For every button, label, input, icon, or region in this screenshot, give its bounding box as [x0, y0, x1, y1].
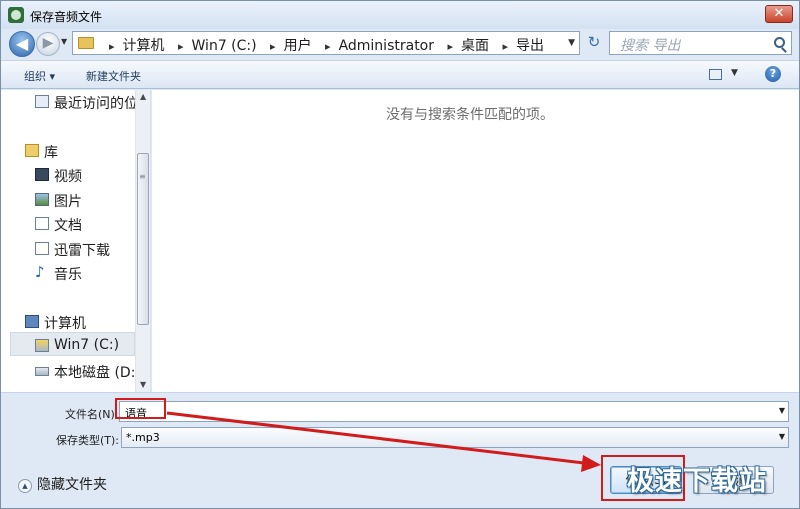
app-icon — [8, 7, 24, 23]
hide-folders-label: 隐藏文件夹 — [37, 477, 107, 493]
filename-field[interactable]: 语音 ▼ — [119, 401, 789, 422]
breadcrumb-separator[interactable]: ▸ — [502, 40, 508, 53]
sidebar-item-label: 计算机 — [44, 316, 86, 332]
view-options-dropdown-icon[interactable]: ▼ — [731, 68, 738, 78]
empty-results-message: 没有与搜索条件匹配的项。 — [386, 107, 554, 123]
video-library-icon — [35, 168, 49, 181]
hide-folders-toggle[interactable]: ▲ 隐藏文件夹 — [18, 474, 107, 494]
filetype-label: 保存类型(T): — [56, 434, 120, 447]
breadcrumb: ▸ 计算机 ▸ Win7 (C:) ▸ 用户 ▸ Administrator ▸ 桌面 ▸… — [100, 35, 544, 55]
help-icon[interactable]: ? — [765, 66, 781, 82]
breadcrumb-separator[interactable]: ▸ — [447, 40, 453, 53]
folder-icon — [78, 37, 94, 49]
filename-highlight-box — [115, 398, 166, 419]
breadcrumb-separator[interactable]: ▸ — [270, 40, 276, 53]
breadcrumb-administrator[interactable]: Administrator — [339, 38, 434, 54]
search-box[interactable]: 搜索 导出 — [609, 31, 792, 55]
scroll-up-icon[interactable]: ▲ — [140, 92, 146, 101]
drive-c-icon — [35, 339, 49, 352]
breadcrumb-separator[interactable]: ▸ — [178, 40, 184, 53]
downloads-library-icon — [35, 242, 49, 255]
sidebar-item-label: 库 — [44, 145, 58, 161]
filetype-dropdown-icon[interactable]: ▼ — [779, 432, 785, 441]
navigation-pane: 最近访问的位 库 视频 图片 文档 迅雷下载 ♪ 音乐 计算机 Win7 (C:… — [1, 90, 151, 392]
sidebar-item-label: 图片 — [54, 194, 82, 210]
breadcrumb-separator[interactable]: ▸ — [325, 40, 331, 53]
title-bar: 保存音频文件 ✕ — [1, 1, 799, 29]
sidebar-item-label: 迅雷下载 — [54, 243, 110, 259]
library-icon — [25, 144, 39, 157]
search-placeholder: 搜索 导出 — [620, 38, 681, 54]
file-list-pane[interactable]: 没有与搜索条件匹配的项。 — [152, 90, 799, 392]
filename-dropdown-icon[interactable]: ▼ — [779, 406, 785, 415]
filename-label: 文件名(N): — [65, 408, 119, 421]
breadcrumb-desktop[interactable]: 桌面 — [461, 38, 489, 54]
breadcrumb-separator[interactable]: ▸ — [109, 40, 115, 53]
address-bar[interactable]: ▸ 计算机 ▸ Win7 (C:) ▸ 用户 ▸ Administrator ▸ 桌面 ▸… — [72, 31, 580, 55]
recent-locations-dropdown-icon[interactable]: ▼ — [61, 37, 67, 46]
close-button[interactable]: ✕ — [765, 5, 793, 23]
refresh-icon[interactable]: ↻ — [583, 32, 605, 54]
back-button[interactable]: ◀ — [9, 31, 35, 57]
computer-icon — [25, 315, 39, 328]
sidebar-item-label: 文档 — [54, 218, 82, 234]
breadcrumb-drive-c[interactable]: Win7 (C:) — [192, 38, 257, 54]
music-library-icon: ♪ — [35, 263, 45, 281]
sidebar-item-label: 视频 — [54, 169, 82, 185]
search-icon[interactable] — [774, 37, 785, 48]
filetype-select[interactable]: *.mp3 ▼ — [121, 427, 789, 448]
new-folder-button[interactable]: 新建文件夹 — [86, 68, 141, 84]
forward-button[interactable]: ▶ — [36, 32, 60, 56]
command-toolbar: 组织 ▾ 新建文件夹 ▼ ? — [1, 60, 799, 89]
breadcrumb-export[interactable]: 导出 — [516, 38, 544, 54]
address-dropdown-icon[interactable]: ▼ — [568, 38, 575, 48]
sidebar-item-label: Win7 (C:) — [54, 337, 120, 353]
sidebar-item-label: 本地磁盘 (D: — [54, 365, 136, 381]
sidebar-item-label: 最近访问的位 — [54, 96, 138, 112]
organize-menu[interactable]: 组织 ▾ — [24, 68, 55, 84]
window-title: 保存音频文件 — [30, 10, 103, 24]
pictures-library-icon — [35, 193, 49, 206]
navigation-bar: ◀ ▶ ▼ ▸ 计算机 ▸ Win7 (C:) ▸ 用户 ▸ Administrator… — [1, 29, 799, 59]
scrollbar-grip-icon: ≡ — [139, 172, 146, 181]
change-view-icon[interactable] — [709, 69, 722, 80]
scroll-down-icon[interactable]: ▼ — [140, 380, 146, 389]
save-audio-dialog: 保存音频文件 ✕ ◀ ▶ ▼ ▸ 计算机 ▸ Win7 (C:) ▸ 用户 ▸ Admi… — [0, 0, 800, 509]
documents-library-icon — [35, 217, 49, 230]
breadcrumb-users[interactable]: 用户 — [284, 38, 312, 54]
recent-places-icon — [35, 95, 49, 108]
sidebar-item-label: 音乐 — [54, 267, 82, 283]
navigation-pane-scrollbar[interactable]: ▲ ≡ ▼ — [135, 90, 150, 392]
watermark-text: 极速下载站 — [627, 466, 767, 497]
collapse-arrow-icon: ▲ — [18, 479, 32, 493]
filetype-value: *.mp3 — [126, 431, 160, 444]
drive-d-icon — [35, 367, 49, 376]
breadcrumb-computer[interactable]: 计算机 — [123, 38, 165, 54]
